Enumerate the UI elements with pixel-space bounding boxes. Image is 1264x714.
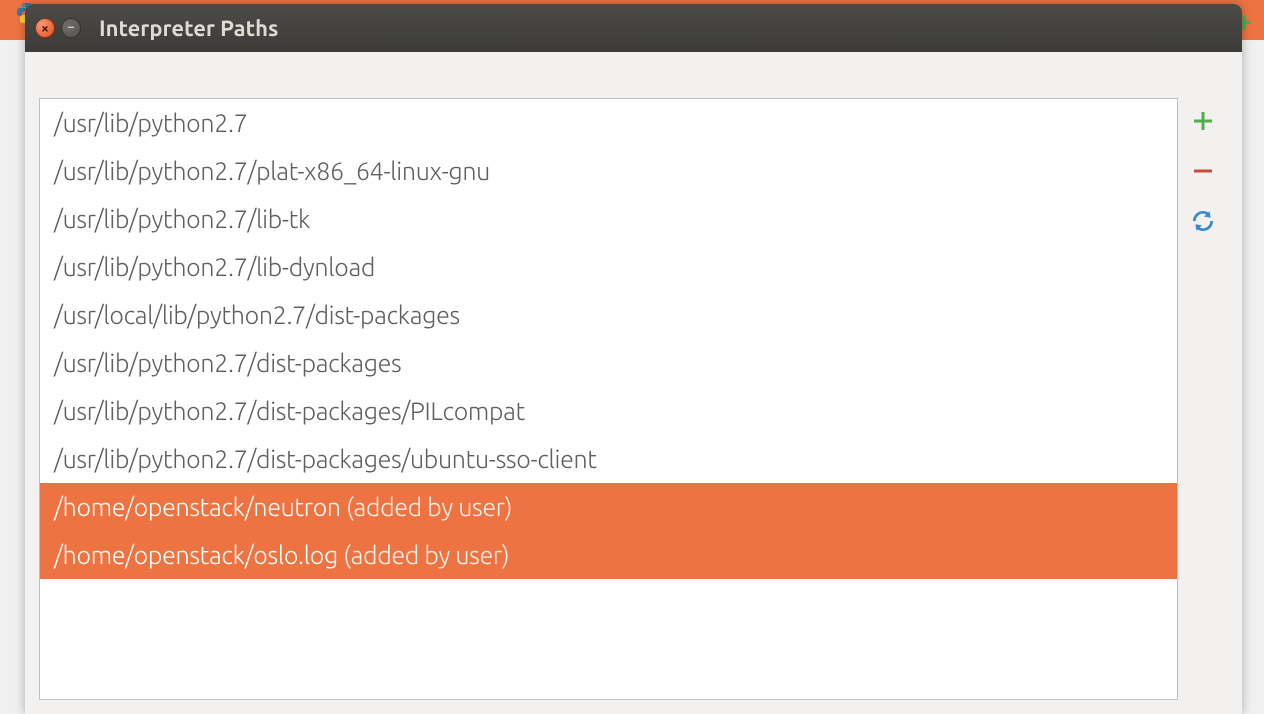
path-item[interactable]: /usr/lib/python2.7/lib-dynload (40, 243, 1177, 291)
plus-icon (1191, 109, 1215, 133)
window-controls (35, 18, 81, 38)
interpreter-paths-dialog: Interpreter Paths /usr/lib/python2.7/usr… (25, 4, 1242, 714)
path-text: /usr/lib/python2.7/dist-packages/ubuntu-… (54, 445, 597, 473)
path-text: /usr/lib/python2.7/lib-tk (54, 205, 310, 233)
path-suffix: (added by user) (338, 541, 509, 569)
remove-path-button[interactable] (1188, 156, 1218, 186)
path-suffix: (added by user) (341, 493, 512, 521)
paths-list[interactable]: /usr/lib/python2.7/usr/lib/python2.7/pla… (39, 98, 1178, 700)
add-path-button[interactable] (1188, 106, 1218, 136)
path-text: /usr/lib/python2.7/dist-packages/PILcomp… (54, 397, 525, 425)
minus-icon (1191, 159, 1215, 183)
path-item[interactable]: /usr/local/lib/python2.7/dist-packages (40, 291, 1177, 339)
path-text: /usr/local/lib/python2.7/dist-packages (54, 301, 460, 329)
reload-icon (1190, 208, 1216, 234)
dialog-title: Interpreter Paths (99, 16, 278, 41)
path-text: /usr/lib/python2.7/dist-packages (54, 349, 401, 377)
path-item[interactable]: /usr/lib/python2.7/lib-tk (40, 195, 1177, 243)
path-item[interactable]: /usr/lib/python2.7 (40, 99, 1177, 147)
reload-paths-button[interactable] (1188, 206, 1218, 236)
path-item[interactable]: /usr/lib/python2.7/plat-x86_64-linux-gnu (40, 147, 1177, 195)
dialog-body: /usr/lib/python2.7/usr/lib/python2.7/pla… (25, 52, 1242, 714)
minimize-button[interactable] (61, 18, 81, 38)
path-item[interactable]: /usr/lib/python2.7/dist-packages/PILcomp… (40, 387, 1177, 435)
path-text: /home/openstack/neutron (54, 493, 341, 521)
path-text: /usr/lib/python2.7/plat-x86_64-linux-gnu (54, 157, 490, 185)
dialog-titlebar: Interpreter Paths (25, 4, 1242, 52)
close-button[interactable] (35, 18, 55, 38)
path-item[interactable]: /usr/lib/python2.7/dist-packages (40, 339, 1177, 387)
side-toolbar (1178, 98, 1228, 700)
path-text: /usr/lib/python2.7/lib-dynload (54, 253, 375, 281)
path-item[interactable]: /home/openstack/neutron (added by user) (40, 483, 1177, 531)
path-text: /home/openstack/oslo.log (54, 541, 338, 569)
path-item[interactable]: /home/openstack/oslo.log (added by user) (40, 531, 1177, 579)
path-item[interactable]: /usr/lib/python2.7/dist-packages/ubuntu-… (40, 435, 1177, 483)
path-text: /usr/lib/python2.7 (54, 109, 248, 137)
